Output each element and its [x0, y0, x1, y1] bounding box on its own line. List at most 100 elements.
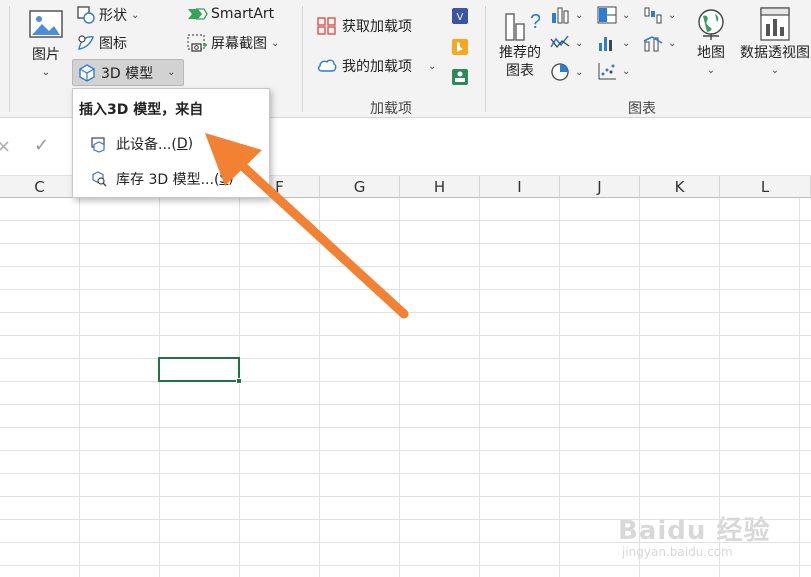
chevron-down-icon: ⌄ [167, 67, 176, 78]
selected-cell[interactable] [158, 357, 242, 384]
addin-icon [318, 59, 337, 72]
line-chart-icon [550, 35, 570, 49]
column-chart-button[interactable]: ⌄ [549, 5, 583, 25]
waterfall-chart-icon [644, 7, 662, 24]
icons-icon [78, 35, 94, 50]
addins-group-label: 加载项 [370, 101, 412, 117]
smartart-icon [188, 8, 208, 20]
chevron-down-icon: ⌄ [41, 67, 51, 78]
statistic-chart-button[interactable]: ⌄ [596, 33, 630, 53]
this-device-menu-item[interactable]: 此设备...(D) [74, 129, 268, 159]
screenshot-label: 屏幕截图 [211, 36, 267, 52]
waterfall-chart-button[interactable]: ⌄ [642, 5, 676, 25]
combo-chart-button[interactable]: ⌄ [642, 33, 676, 53]
pictures-label: 图片 [32, 47, 60, 63]
column-header-l[interactable]: L [720, 176, 811, 198]
smartart-button[interactable]: SmartArt [186, 5, 274, 23]
recommended-charts-icon: ? [505, 11, 540, 41]
enter-icon[interactable]: ✓ [34, 135, 49, 156]
line-chart-button[interactable]: ⌄ [549, 33, 583, 53]
map-chart-button[interactable]: 地图 ⌄ [690, 6, 732, 80]
chevron-down-icon: ⌄ [575, 9, 584, 21]
my-addins-button[interactable]: 我的加载项 ⌄ [316, 56, 436, 76]
cube-icon [79, 63, 95, 82]
excel-window: 图片 ⌄ 形状 ⌄ 图标 3D 模型 ⌄ SmartArt 屏幕截图 ⌄ 获取加… [0, 0, 811, 577]
pie-chart-button[interactable]: ⌄ [549, 61, 583, 83]
people-graph-icon[interactable] [450, 67, 470, 87]
dropdown-title: 插入3D 模型，来自 [79, 102, 204, 118]
pictures-button[interactable]: 图片 ⌄ [22, 8, 70, 82]
icons-button[interactable]: 图标 [76, 33, 127, 53]
svg-text:V: V [457, 12, 464, 23]
this-device-suffix: ) [187, 136, 194, 152]
group-separator [9, 6, 10, 112]
column-chart-icon [552, 7, 569, 24]
chevron-down-icon: ⌄ [770, 65, 780, 76]
search-cube-icon [92, 171, 107, 187]
chevron-down-icon: ⌄ [668, 37, 677, 49]
smartart-label: SmartArt [211, 6, 275, 22]
3d-model-label: 3D 模型 [101, 65, 154, 82]
this-device-key: D [176, 136, 188, 152]
visio-icon[interactable]: V [450, 6, 470, 26]
chevron-down-icon: ⌄ [668, 9, 677, 21]
map-label: 地图 [697, 45, 725, 61]
globe-icon [698, 9, 724, 40]
chevron-down-icon: ⌄ [622, 9, 631, 21]
shapes-button[interactable]: 形状 ⌄ [76, 5, 139, 25]
picture-icon [29, 10, 63, 38]
this-device-label: 此设备...( [116, 137, 177, 153]
chevron-down-icon: ⌄ [575, 37, 584, 49]
svg-text:?: ? [530, 11, 540, 33]
chevron-down-icon: ⌄ [271, 37, 280, 49]
fill-handle[interactable] [236, 378, 242, 384]
group-separator [485, 6, 486, 112]
recommended-charts-label-1: 推荐的 [499, 45, 541, 61]
stock-3d-models-label: 库存 3D 模型...( [116, 172, 220, 188]
screenshot-button[interactable]: 屏幕截图 ⌄ [186, 33, 279, 53]
chevron-down-icon: ⌄ [575, 66, 584, 78]
icons-label: 图标 [99, 36, 127, 52]
shapes-label: 形状 [99, 8, 127, 24]
charts-group-label: 图表 [628, 101, 656, 117]
hierarchy-chart-icon [597, 6, 617, 24]
scatter-chart-button[interactable]: ⌄ [596, 61, 630, 81]
get-addins-button[interactable]: 获取加载项 [316, 16, 412, 36]
column-header-j[interactable]: J [560, 176, 640, 198]
group-separator [302, 6, 303, 112]
3d-model-button[interactable]: 3D 模型 ⌄ [72, 59, 184, 86]
store-icon [317, 17, 336, 35]
hierarchy-chart-button[interactable]: ⌄ [596, 5, 630, 25]
device-cube-icon [91, 137, 105, 153]
column-header-c[interactable]: C [0, 176, 80, 198]
pivotchart-button[interactable]: 数据透视图 ⌄ [736, 6, 811, 80]
chevron-down-icon: ⌄ [131, 9, 140, 21]
chevron-down-icon: ⌄ [622, 65, 631, 77]
chevron-down-icon: ⌄ [622, 37, 631, 49]
chevron-down-icon: ⌄ [428, 60, 437, 72]
watermark-url: jingyan.baidu.com [622, 545, 733, 559]
shapes-icon [77, 6, 95, 24]
pie-chart-icon [551, 63, 569, 81]
bing-icon[interactable] [450, 37, 470, 57]
3d-model-dropdown: 插入3D 模型，来自 此设备...(D) 库存 3D 模型...(S) [72, 88, 270, 198]
get-addins-label: 获取加载项 [342, 19, 412, 35]
column-header-i[interactable]: I [480, 176, 560, 198]
combo-chart-icon [643, 36, 663, 52]
column-header-h[interactable]: H [400, 176, 480, 198]
my-addins-label: 我的加载项 [342, 59, 412, 75]
statistic-chart-icon [599, 37, 612, 51]
stock-3d-models-key: S [219, 171, 229, 187]
recommended-charts-button[interactable]: ? 推荐的 图表 [494, 6, 546, 80]
stock-3d-models-menu-item[interactable]: 库存 3D 模型...(S) [74, 164, 268, 194]
recommended-charts-label-2: 图表 [506, 63, 534, 79]
chevron-down-icon: ⌄ [706, 65, 716, 76]
scatter-chart-icon [598, 63, 616, 80]
pivotchart-icon [760, 7, 790, 41]
pivotchart-label: 数据透视图 [740, 45, 810, 61]
column-header-g[interactable]: G [320, 176, 400, 198]
screenshot-icon [187, 34, 207, 52]
watermark-logo: Baidu 经验 [618, 516, 771, 546]
cancel-icon[interactable]: × [0, 136, 11, 157]
column-header-k[interactable]: K [640, 176, 720, 198]
